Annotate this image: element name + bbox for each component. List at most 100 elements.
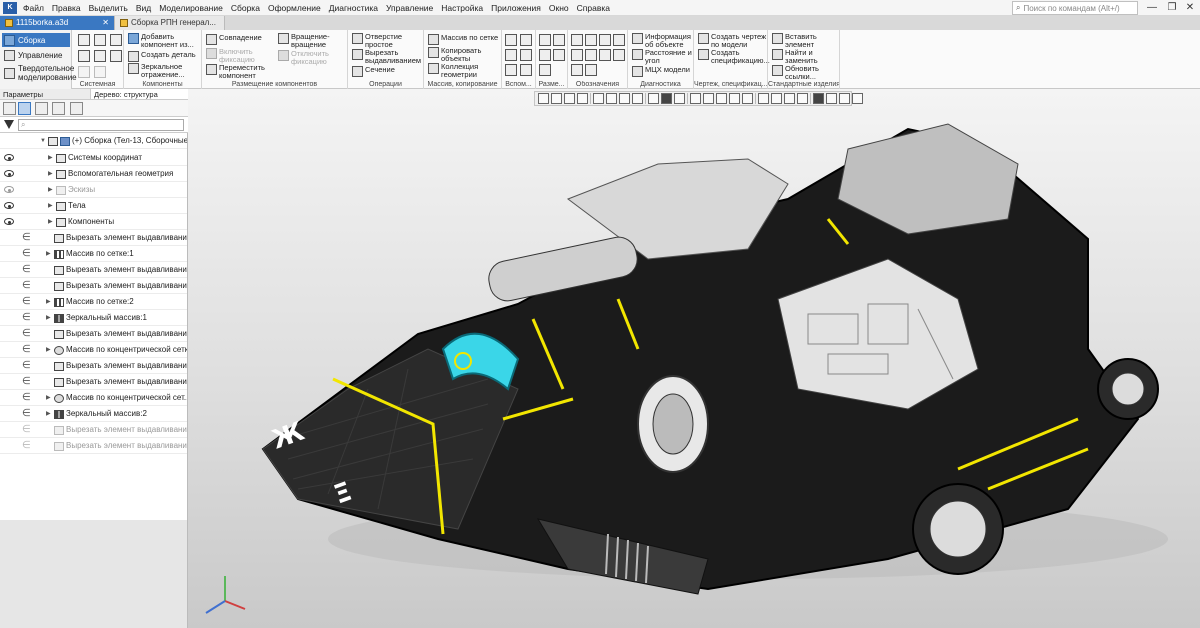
menu-select[interactable]: Выделить (85, 0, 132, 16)
tree-root-row[interactable]: ▼ (+) Сборка (Тел-13, Сборочные еди... (0, 133, 187, 149)
move-component-button[interactable]: Переместить компонент (206, 64, 273, 80)
print-icon[interactable] (78, 50, 90, 62)
angle-dimension-icon[interactable] (553, 34, 565, 46)
new-document-icon[interactable] (78, 34, 90, 46)
radius-dimension-icon[interactable] (539, 49, 551, 61)
tree-row[interactable]: ∈ ▶ Зеркальный массив:2 (0, 406, 187, 422)
menu-help[interactable]: Справка (573, 0, 614, 16)
save-icon[interactable] (110, 34, 122, 46)
disable-fix-button[interactable]: Отключить фиксацию (278, 50, 343, 66)
expand-arrow-icon[interactable]: ▶ (48, 182, 53, 198)
include-icon[interactable]: ∈ (22, 406, 31, 421)
tree-row[interactable]: ▶ Вспомогательная геометрия (0, 166, 187, 182)
leader-icon[interactable] (585, 34, 597, 46)
menu-design[interactable]: Оформление (264, 0, 325, 16)
tree-row[interactable]: ▶ Эскизы (0, 182, 187, 198)
geometry-collection-button[interactable]: Коллекция геометрии (428, 63, 491, 79)
visibility-eye-icon[interactable] (4, 218, 14, 225)
tree-row[interactable]: ∈ ▶ Массив по сетке:2 (0, 294, 187, 310)
text-icon[interactable] (571, 49, 583, 61)
expand-arrow-icon[interactable]: ▶ (46, 390, 51, 406)
coordinate-system-icon[interactable] (520, 64, 532, 76)
3d-viewport[interactable]: Ж Ξ (188, 89, 1200, 628)
update-links-button[interactable]: Обновить ссылки... (772, 65, 829, 81)
include-icon[interactable]: ∈ (22, 310, 31, 325)
tree-options-icon[interactable] (70, 102, 83, 115)
tree-filter-input[interactable]: ⌕ (18, 119, 184, 131)
menu-view[interactable]: Вид (132, 0, 155, 16)
mass-properties-button[interactable]: МЦХ модели (632, 66, 690, 77)
grid-array-button[interactable]: Массив по сетке (428, 34, 498, 45)
menu-assembly[interactable]: Сборка (227, 0, 264, 16)
tree-row[interactable]: ∈ ▶ Зеркальный массив:1 (0, 310, 187, 326)
close-icon[interactable]: ✕ (1180, 0, 1200, 16)
menu-settings[interactable]: Настройка (437, 0, 487, 16)
expand-arrow-icon[interactable]: ▶ (48, 198, 53, 214)
mode-management[interactable]: Управление (2, 50, 70, 61)
extrude-cut-button[interactable]: Вырезать выдавливанием (352, 49, 423, 65)
copy-objects-button[interactable]: Копировать объекты (428, 47, 491, 63)
mode-solid-modeling[interactable]: Твердотельное моделирование (2, 64, 77, 82)
find-replace-button[interactable]: Найти и заменить (772, 49, 829, 65)
insert-element-button[interactable]: Вставить элемент (772, 33, 829, 49)
undo-icon[interactable] (78, 66, 90, 78)
tree-row[interactable]: ▶ Системы координат (0, 150, 187, 166)
visibility-eye-icon[interactable] (4, 202, 14, 209)
include-icon[interactable]: ∈ (22, 262, 31, 277)
expand-arrow-icon[interactable]: ▶ (48, 214, 53, 230)
tree-filter-mode-icon[interactable] (52, 102, 65, 115)
tree-row[interactable]: ∈ Вырезать элемент выдавливания:4 (0, 326, 187, 342)
expand-arrow-icon[interactable]: ▶ (48, 150, 53, 166)
expand-arrow-icon[interactable]: ▶ (46, 246, 51, 262)
include-icon[interactable]: ∈ (22, 390, 31, 405)
menu-edit[interactable]: Правка (48, 0, 85, 16)
menu-diagnostics[interactable]: Диагностика (325, 0, 382, 16)
visibility-eye-icon[interactable] (4, 170, 14, 177)
minimize-icon[interactable]: — (1142, 0, 1162, 16)
plane-icon[interactable] (520, 34, 532, 46)
menu-applications[interactable]: Приложения (487, 0, 545, 16)
add-component-button[interactable]: Добавить компонент из... (128, 33, 199, 49)
tree-row[interactable]: ∈ Вырезать элемент выдавливания:6 (0, 374, 187, 390)
expand-arrow-icon[interactable]: ▶ (48, 166, 53, 182)
filter-icon[interactable] (4, 120, 14, 129)
include-icon[interactable]: ∈ (22, 374, 31, 389)
tree-row[interactable]: ∈ Вырезать элемент выдавливания:8 (0, 438, 187, 454)
auto-dimension-icon[interactable] (539, 64, 551, 76)
tree-row[interactable]: ∈ Вырезать элемент выдавливания:1 (0, 230, 187, 246)
maximize-icon[interactable]: ❐ (1162, 0, 1182, 16)
point-icon[interactable] (505, 49, 517, 61)
include-icon[interactable]: ∈ (22, 326, 31, 341)
command-search-input[interactable]: ⌕ Поиск по командам (Alt+/) (1012, 1, 1138, 15)
tree-row[interactable]: ∈ ▶ Массив по сетке:1 (0, 246, 187, 262)
expand-arrow-icon[interactable]: ▶ (46, 406, 51, 422)
include-icon[interactable]: ∈ (22, 294, 31, 309)
distance-angle-button[interactable]: Расстояние и угол (632, 49, 695, 65)
cut-icon[interactable] (94, 50, 106, 62)
tree-structure-tab[interactable]: Дерево: структура (90, 89, 188, 99)
diameter-dimension-icon[interactable] (553, 49, 565, 61)
base-mark-icon[interactable] (599, 34, 611, 46)
offset-plane-icon[interactable] (505, 64, 517, 76)
menu-file[interactable]: Файл (19, 0, 48, 16)
enable-fix-button[interactable]: Включить фиксацию (206, 48, 269, 64)
include-icon[interactable]: ∈ (22, 342, 31, 357)
tree-row[interactable]: ∈ Вырезать элемент выдавливания:3 (0, 278, 187, 294)
tree-view-icon[interactable] (3, 102, 16, 115)
visibility-eye-icon[interactable] (4, 186, 14, 193)
tree-sort-icon[interactable] (35, 102, 48, 115)
include-icon[interactable]: ∈ (22, 422, 31, 437)
thread-icon[interactable] (585, 49, 597, 61)
include-icon[interactable]: ∈ (22, 278, 31, 293)
cut-line-icon[interactable] (571, 64, 583, 76)
menu-management[interactable]: Управление (382, 0, 437, 16)
tab-close-icon[interactable]: ✕ (102, 16, 109, 30)
app-logo-icon[interactable]: K (3, 1, 17, 14)
include-icon[interactable]: ∈ (22, 246, 31, 261)
section-button[interactable]: Сечение (352, 66, 395, 77)
linear-dimension-icon[interactable] (539, 34, 551, 46)
tree-row[interactable]: ∈ Вырезать элемент выдавливания:7 (0, 422, 187, 438)
marking-icon[interactable] (613, 49, 625, 61)
create-part-button[interactable]: Создать деталь (128, 51, 196, 62)
tree-row[interactable]: ∈ Вырезать элемент выдавливания:2 (0, 262, 187, 278)
